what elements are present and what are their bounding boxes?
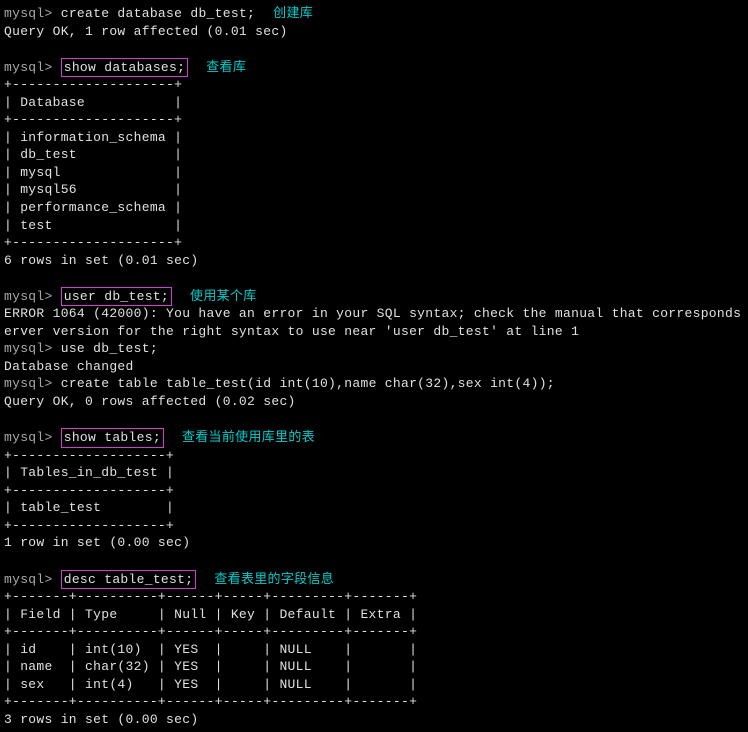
result-summary: 6 rows in set (0.01 sec) <box>4 252 744 270</box>
blank-line <box>4 411 744 429</box>
highlighted-command: show databases; <box>61 58 189 78</box>
annotation-desc: 查看表里的字段信息 <box>214 571 334 586</box>
table-row: | test | <box>4 217 744 235</box>
table-row: | db_test | <box>4 146 744 164</box>
db-changed: Database changed <box>4 358 744 376</box>
cmd-create-db: mysql> create database db_test; 创建库 <box>4 4 744 23</box>
cmd-show-tables: mysql> show tables; 查看当前使用库里的表 <box>4 428 744 447</box>
sql-command: create table table_test(id int(10),name … <box>61 376 555 391</box>
table-row: | mysql | <box>4 164 744 182</box>
table-header: | Field | Type | Null | Key | Default | … <box>4 606 744 624</box>
annotation-show-db: 查看库 <box>206 59 246 74</box>
table-border: +-------------------+ <box>4 447 744 465</box>
blank-line <box>4 552 744 570</box>
mysql-prompt: mysql> <box>4 6 61 21</box>
terminal-output: mysql> create database db_test; 创建库 Query… <box>4 4 744 728</box>
blank-line <box>4 269 744 287</box>
table-border: +-------------------+ <box>4 482 744 500</box>
table-border: +-------------------+ <box>4 517 744 535</box>
mysql-prompt: mysql> <box>4 60 61 75</box>
table-row: | name | char(32) | YES | | NULL | | <box>4 658 744 676</box>
sql-command: create database db_test; <box>61 6 255 21</box>
table-row: | id | int(10) | YES | | NULL | | <box>4 641 744 659</box>
table-header: | Database | <box>4 94 744 112</box>
mysql-prompt: mysql> <box>4 341 61 356</box>
table-header: | Tables_in_db_test | <box>4 464 744 482</box>
result-summary: 3 rows in set (0.00 sec) <box>4 711 744 729</box>
result-summary: 1 row in set (0.00 sec) <box>4 534 744 552</box>
query-ok: Query OK, 0 rows affected (0.02 sec) <box>4 393 744 411</box>
annotation-create-db: 创建库 <box>273 5 313 20</box>
highlighted-command: user db_test; <box>61 287 172 307</box>
mysql-prompt: mysql> <box>4 572 61 587</box>
table-border: +--------------------+ <box>4 76 744 94</box>
cmd-show-databases: mysql> show databases; 查看库 <box>4 58 744 77</box>
mysql-prompt: mysql> <box>4 376 61 391</box>
table-border: +-------+----------+------+-----+-------… <box>4 588 744 606</box>
table-border: +--------------------+ <box>4 111 744 129</box>
annotation-use-db: 使用某个库 <box>190 288 257 303</box>
annotation-show-tables: 查看当前使用库里的表 <box>182 429 315 444</box>
error-line: erver version for the right syntax to us… <box>4 323 744 341</box>
table-border: +-------+----------+------+-----+-------… <box>4 693 744 711</box>
mysql-prompt: mysql> <box>4 430 61 445</box>
cmd-use-db: mysql> use db_test; <box>4 340 744 358</box>
blank-line <box>4 40 744 58</box>
mysql-prompt: mysql> <box>4 289 61 304</box>
table-border: +-------+----------+------+-----+-------… <box>4 623 744 641</box>
table-row: | table_test | <box>4 499 744 517</box>
table-border: +--------------------+ <box>4 234 744 252</box>
query-ok: Query OK, 1 row affected (0.01 sec) <box>4 23 744 41</box>
table-row: | information_schema | <box>4 129 744 147</box>
table-row: | sex | int(4) | YES | | NULL | | <box>4 676 744 694</box>
table-row: | performance_schema | <box>4 199 744 217</box>
cmd-desc-table: mysql> desc table_test; 查看表里的字段信息 <box>4 570 744 589</box>
table-row: | mysql56 | <box>4 181 744 199</box>
highlighted-command: desc table_test; <box>61 570 197 590</box>
sql-command: use db_test; <box>61 341 158 356</box>
error-line: ERROR 1064 (42000): You have an error in… <box>4 305 744 323</box>
highlighted-command: show tables; <box>61 428 164 448</box>
cmd-user-db: mysql> user db_test; 使用某个库 <box>4 287 744 306</box>
cmd-create-table: mysql> create table table_test(id int(10… <box>4 375 744 393</box>
